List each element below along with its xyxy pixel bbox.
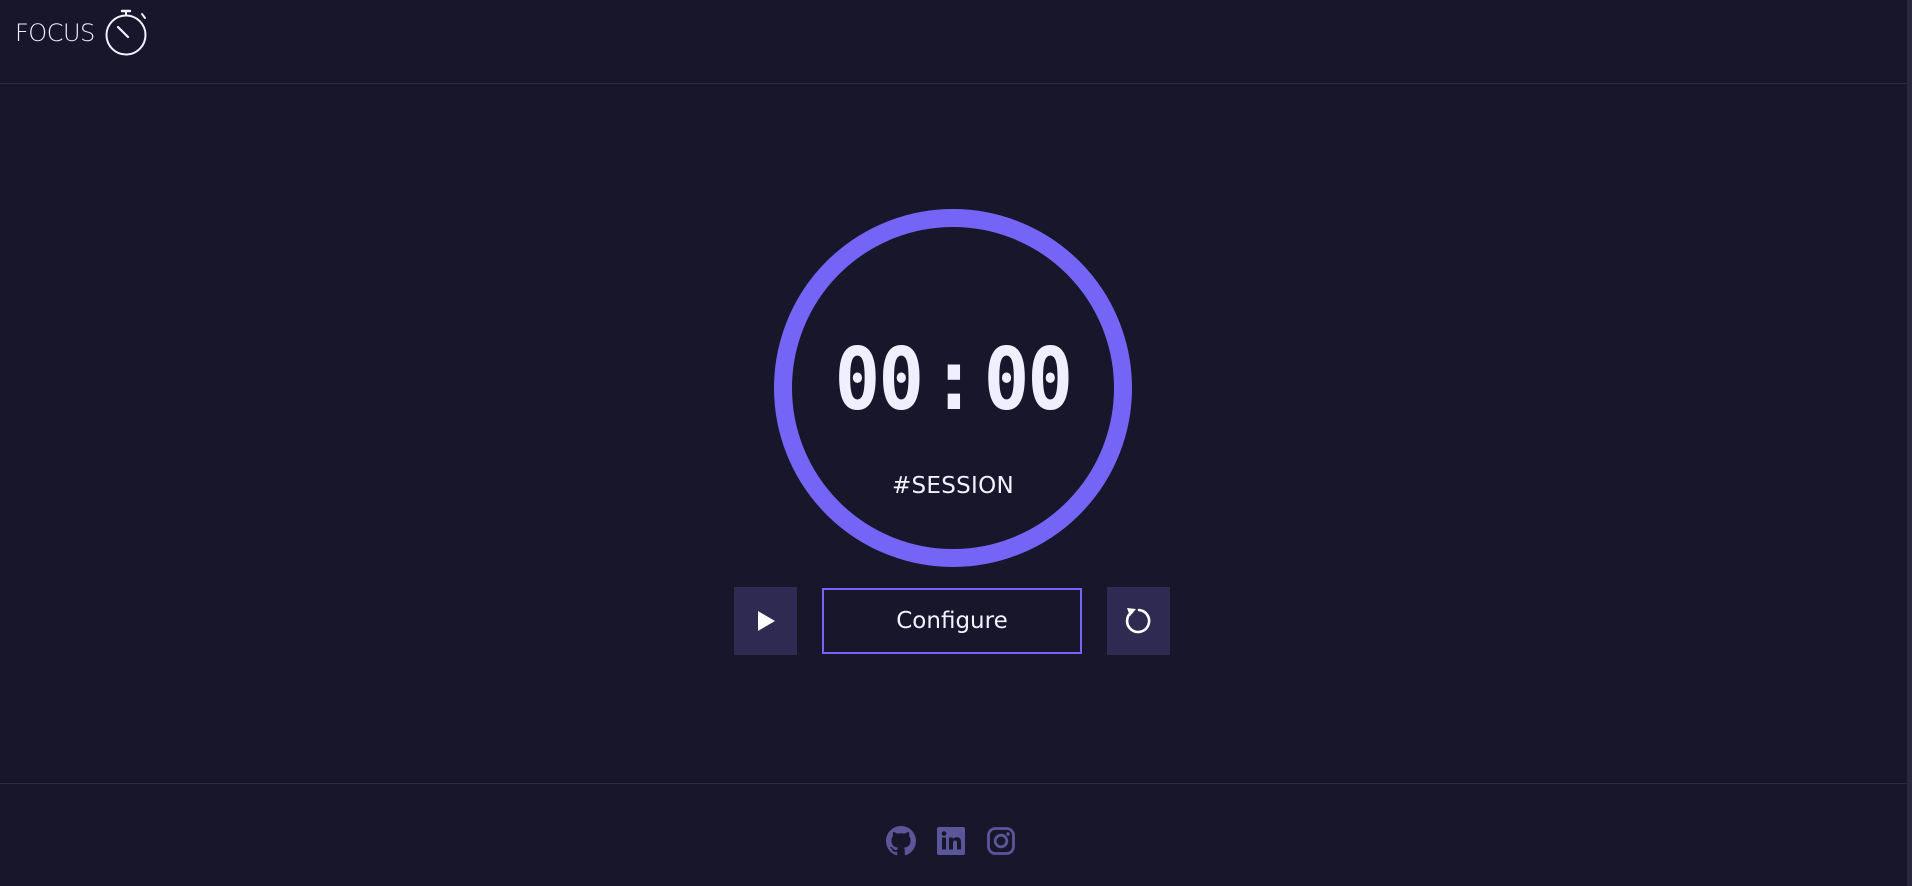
time-display: 00:00 [811,335,1094,425]
app-page: FOCUS 00:00 #SESSION Configure [0,0,1912,886]
instagram-link[interactable] [986,826,1016,856]
top-bar: FOCUS [0,0,1907,84]
session-label: #SESSION [891,473,1015,499]
github-link[interactable] [886,826,916,856]
play-button[interactable] [734,587,797,655]
linkedin-icon [937,827,965,855]
instagram-icon [987,827,1015,855]
play-icon [757,611,775,631]
reset-icon [1125,608,1150,634]
timer-separator: : [931,330,977,430]
page-scrollbar[interactable] [1907,0,1912,886]
brand-logo[interactable]: FOCUS [15,8,150,58]
github-icon [886,826,916,856]
timer-seconds: 00 [983,330,1073,430]
configure-button[interactable]: Configure [822,588,1082,654]
reset-button[interactable] [1107,587,1170,655]
timer-minutes: 00 [834,330,924,430]
timer-ring: 00:00 #SESSION [774,209,1132,567]
linkedin-link[interactable] [936,826,966,856]
stopwatch-icon [105,9,147,56]
footer [0,783,1907,886]
brand-name: FOCUS [15,19,95,47]
